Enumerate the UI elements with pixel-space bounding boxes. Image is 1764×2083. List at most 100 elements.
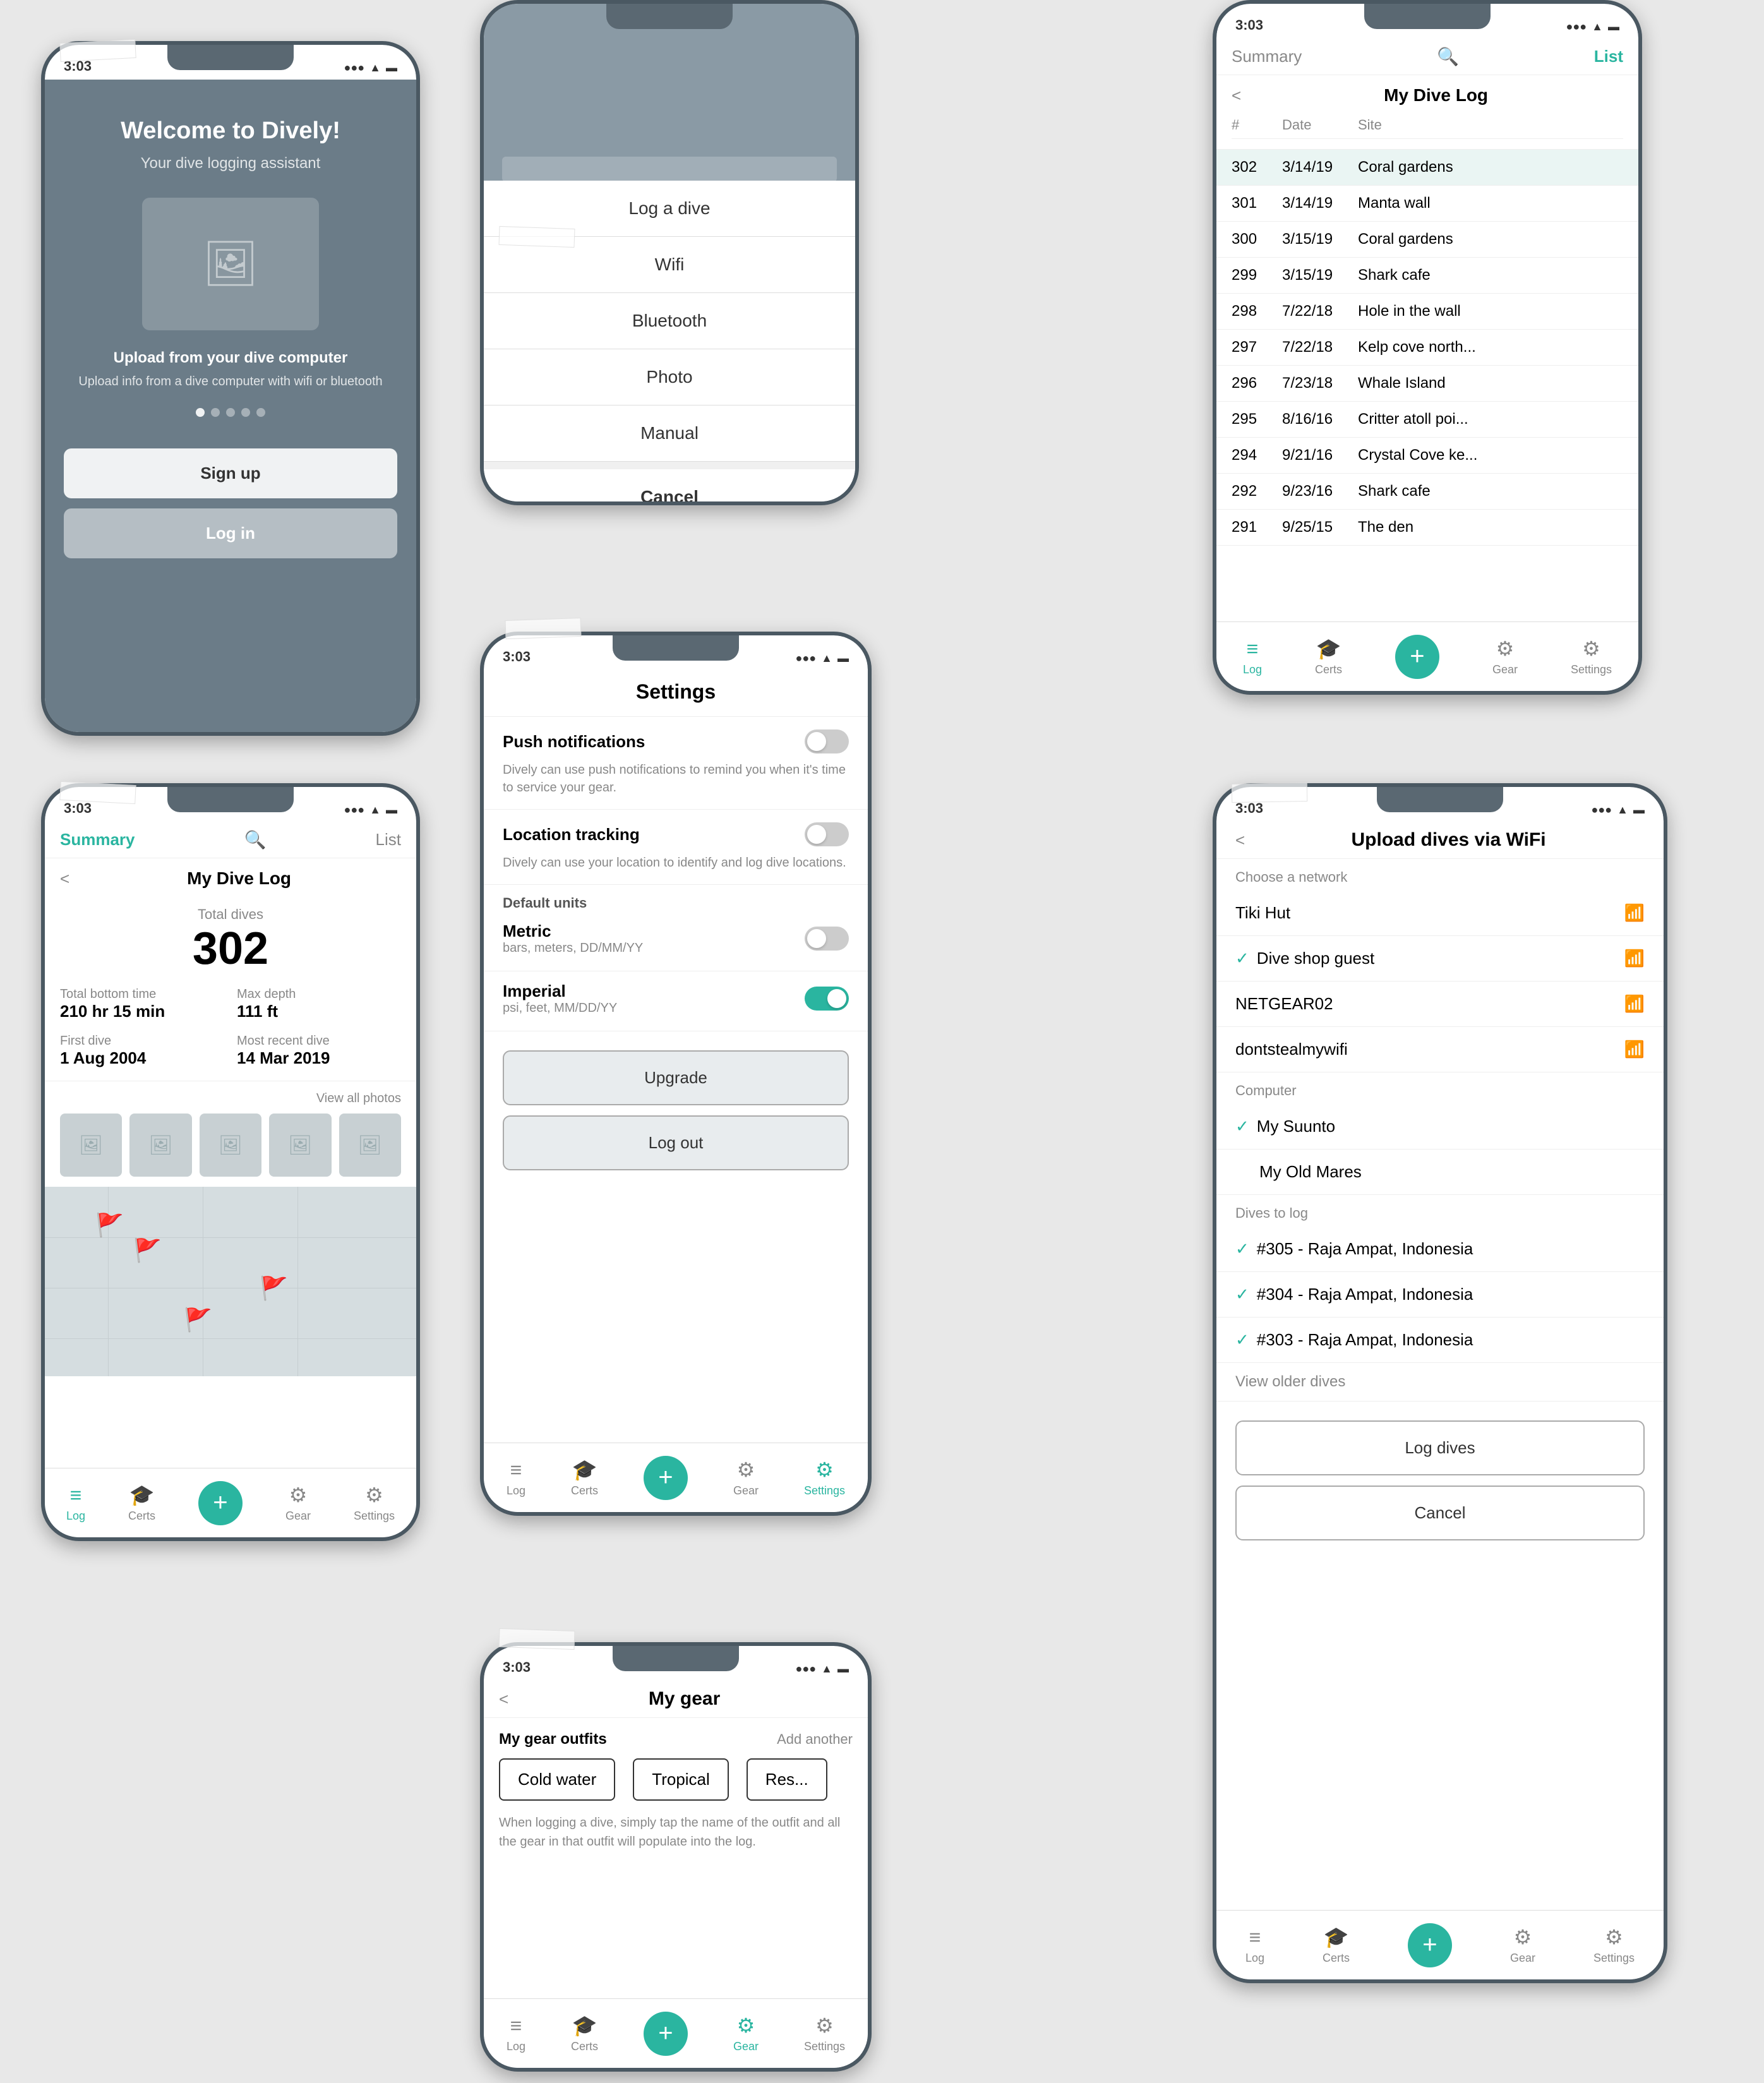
dive-row-300[interactable]: 3003/15/19Coral gardens bbox=[1216, 222, 1638, 258]
photo-1[interactable]: 🖼 bbox=[60, 1114, 122, 1177]
location-toggle[interactable] bbox=[805, 822, 849, 846]
col-num: # bbox=[1232, 117, 1282, 133]
dive-row-301[interactable]: 3013/14/19Manta wall bbox=[1216, 186, 1638, 222]
network-netgear[interactable]: NETGEAR02 📶 bbox=[1216, 981, 1664, 1027]
search-icon[interactable]: 🔍 bbox=[1437, 46, 1459, 67]
metric-toggle[interactable] bbox=[805, 927, 849, 951]
nav-gear-wifi[interactable]: ⚙ Gear bbox=[1510, 1925, 1535, 1965]
view-all-photos[interactable]: View all photos bbox=[316, 1091, 401, 1106]
nav-add-summary[interactable]: + bbox=[198, 1481, 243, 1525]
checkmark-dive-shop: ✓ bbox=[1235, 949, 1249, 968]
photo-4[interactable]: 🖼 bbox=[269, 1114, 331, 1177]
add-another-btn[interactable]: Add another bbox=[777, 1731, 853, 1748]
nav-log[interactable]: ≡ Log bbox=[1243, 637, 1262, 676]
back-btn-wifi[interactable]: < bbox=[1235, 831, 1245, 850]
login-button[interactable]: Log in bbox=[64, 508, 397, 558]
tab-list-summary[interactable]: List bbox=[376, 830, 401, 849]
bottom-nav-gear: ≡ Log 🎓 Certs + ⚙ Gear ⚙ Settings bbox=[484, 1998, 868, 2068]
nav-settings[interactable]: ⚙ Settings bbox=[1571, 637, 1612, 676]
bottom-nav-summary: ≡ Log 🎓 Certs + ⚙ Gear ⚙ Settings bbox=[45, 1468, 416, 1537]
nav-certs-gear[interactable]: 🎓 Certs bbox=[571, 2014, 598, 2053]
nav-gear-settings[interactable]: ⚙ Gear bbox=[733, 1458, 759, 1498]
nav-add-gear[interactable]: + bbox=[644, 2012, 688, 2056]
cancel-wifi-button[interactable]: Cancel bbox=[1235, 1486, 1645, 1540]
log-icon-wifi: ≡ bbox=[1249, 1926, 1261, 1949]
nav-log-wifi[interactable]: ≡ Log bbox=[1245, 1926, 1264, 1965]
nav-add-wifi[interactable]: + bbox=[1408, 1923, 1452, 1967]
search-icon-summary[interactable]: 🔍 bbox=[244, 829, 267, 850]
signal-icon-6: ●●● bbox=[796, 1662, 817, 1676]
nav-certs-settings[interactable]: 🎓 Certs bbox=[571, 1458, 598, 1498]
tab-list[interactable]: List bbox=[1594, 47, 1623, 66]
settings-phone: 3:03 ●●● ▲ ▬ Settings Push notifications… bbox=[480, 632, 872, 1516]
network-dive-shop[interactable]: ✓ Dive shop guest 📶 bbox=[1216, 936, 1664, 981]
nav-settings-summary[interactable]: ⚙ Settings bbox=[354, 1483, 395, 1523]
checkmark-303: ✓ bbox=[1235, 1330, 1249, 1350]
photo-2[interactable]: 🖼 bbox=[129, 1114, 191, 1177]
outfit-res[interactable]: Res... bbox=[747, 1758, 827, 1801]
nav-settings-wifi[interactable]: ⚙ Settings bbox=[1593, 1925, 1635, 1965]
dive-row-299[interactable]: 2993/15/19Shark cafe bbox=[1216, 258, 1638, 294]
phone-notch-4 bbox=[167, 787, 294, 812]
nav-gear-summary[interactable]: ⚙ Gear bbox=[285, 1483, 311, 1523]
dive-item-303[interactable]: ✓ #303 - Raja Ampat, Indonesia bbox=[1216, 1318, 1664, 1363]
nav-log-summary[interactable]: ≡ Log bbox=[66, 1484, 85, 1523]
checkmark-304: ✓ bbox=[1235, 1285, 1249, 1304]
action-item-photo[interactable]: Photo bbox=[484, 349, 855, 405]
back-btn-summary[interactable]: < bbox=[60, 869, 69, 889]
computer-mares[interactable]: My Old Mares bbox=[1216, 1150, 1664, 1195]
action-item-manual[interactable]: Manual bbox=[484, 405, 855, 462]
dive-item-305[interactable]: ✓ #305 - Raja Ampat, Indonesia bbox=[1216, 1227, 1664, 1272]
back-btn-gear[interactable]: < bbox=[499, 1690, 508, 1709]
dive-row-292[interactable]: 2929/23/16Shark cafe bbox=[1216, 474, 1638, 510]
nav-certs-summary[interactable]: 🎓 Certs bbox=[128, 1483, 155, 1523]
settings-title: Settings bbox=[503, 680, 849, 704]
outfit-tropical[interactable]: Tropical bbox=[633, 1758, 729, 1801]
action-item-bluetooth[interactable]: Bluetooth bbox=[484, 293, 855, 349]
back-btn-list[interactable]: < bbox=[1232, 86, 1241, 105]
photo-3[interactable]: 🖼 bbox=[200, 1114, 261, 1177]
nav-add[interactable]: + bbox=[1395, 635, 1439, 679]
dive-row-291[interactable]: 2919/25/15The den bbox=[1216, 510, 1638, 546]
view-older-dives[interactable]: View older dives bbox=[1235, 1373, 1345, 1390]
imperial-toggle[interactable] bbox=[805, 987, 849, 1011]
nav-settings-settings[interactable]: ⚙ Settings bbox=[804, 1458, 845, 1498]
log-dives-button[interactable]: Log dives bbox=[1235, 1420, 1645, 1475]
col-site: Site bbox=[1358, 117, 1623, 133]
nav-gear[interactable]: ⚙ Gear bbox=[1492, 637, 1518, 676]
location-desc: Dively can use your location to identify… bbox=[503, 854, 849, 872]
nav-certs-wifi[interactable]: 🎓 Certs bbox=[1323, 1925, 1350, 1965]
computer-section-label: Computer bbox=[1235, 1083, 1297, 1098]
dive-row-302[interactable]: 3023/14/19Coral gardens bbox=[1216, 150, 1638, 186]
dive-row-294[interactable]: 2949/21/16Crystal Cove ke... bbox=[1216, 438, 1638, 474]
dive-row-295[interactable]: 2958/16/16Critter atoll poi... bbox=[1216, 402, 1638, 438]
tape-7 bbox=[1232, 783, 1308, 803]
dive-row-298[interactable]: 2987/22/18Hole in the wall bbox=[1216, 294, 1638, 330]
signup-button[interactable]: Sign up bbox=[64, 448, 397, 498]
tab-summary-active[interactable]: Summary bbox=[60, 830, 135, 849]
network-dontstealmywifi[interactable]: dontstealmywifi 📶 bbox=[1216, 1027, 1664, 1072]
nav-certs[interactable]: 🎓 Certs bbox=[1315, 637, 1342, 676]
upgrade-button[interactable]: Upgrade bbox=[503, 1050, 849, 1105]
nav-settings-gear[interactable]: ⚙ Settings bbox=[804, 2014, 845, 2053]
signal-icon: ●●● bbox=[344, 61, 365, 75]
logout-button[interactable]: Log out bbox=[503, 1115, 849, 1170]
nav-log-gear[interactable]: ≡ Log bbox=[507, 2014, 525, 2053]
dive-row-297[interactable]: 2977/22/18Kelp cove north... bbox=[1216, 330, 1638, 366]
phone-notch-7 bbox=[1377, 787, 1503, 812]
recent-dive-value: 14 Mar 2019 bbox=[237, 1048, 401, 1068]
dives-to-log-label: Dives to log bbox=[1235, 1205, 1308, 1221]
computer-suunto[interactable]: ✓ My Suunto bbox=[1216, 1104, 1664, 1150]
dive-row-296[interactable]: 2967/23/18Whale Island bbox=[1216, 366, 1638, 402]
dive-item-304[interactable]: ✓ #304 - Raja Ampat, Indonesia bbox=[1216, 1272, 1664, 1318]
tab-summary[interactable]: Summary bbox=[1232, 47, 1302, 66]
network-tiki-hut[interactable]: Tiki Hut 📶 bbox=[1216, 891, 1664, 936]
outfit-cold-water[interactable]: Cold water bbox=[499, 1758, 615, 1801]
action-item-cancel[interactable]: Cancel bbox=[484, 469, 855, 501]
push-notif-toggle[interactable] bbox=[805, 729, 849, 753]
photo-5[interactable]: 🖼 bbox=[339, 1114, 401, 1177]
nav-gear-gear[interactable]: ⚙ Gear bbox=[733, 2014, 759, 2053]
signal-icon-7: ●●● bbox=[1592, 803, 1612, 817]
nav-log-settings[interactable]: ≡ Log bbox=[507, 1458, 525, 1498]
nav-add-settings[interactable]: + bbox=[644, 1456, 688, 1500]
